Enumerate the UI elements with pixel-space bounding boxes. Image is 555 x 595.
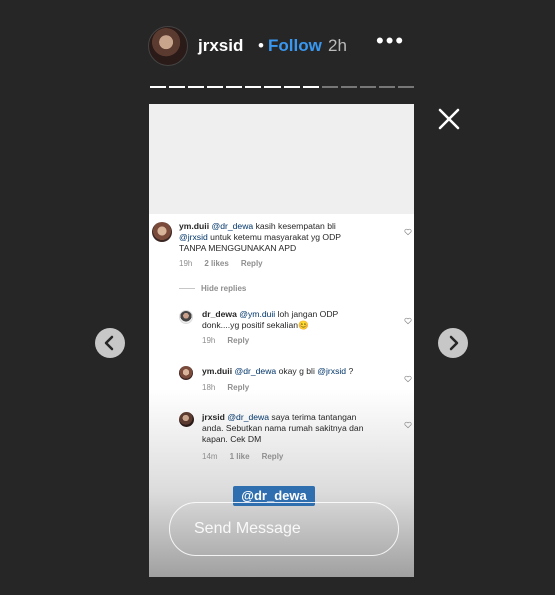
progress-segment <box>226 86 243 88</box>
next-story-button[interactable] <box>438 328 468 358</box>
hide-replies-button[interactable]: Hide replies <box>179 284 246 293</box>
comment-mention[interactable]: @jrxsid <box>179 232 208 242</box>
progress-segment <box>283 86 300 88</box>
progress-segment <box>207 86 224 88</box>
progress-segment <box>150 86 167 88</box>
progress-segment <box>188 86 205 88</box>
divider <box>179 288 195 289</box>
heart-icon[interactable] <box>404 421 412 429</box>
send-message-input[interactable]: Send Message <box>169 502 399 556</box>
comment-body: ? <box>346 366 354 376</box>
comment-body: okay g bli <box>276 366 318 376</box>
story-header: jrxsid • Follow 2h ••• <box>148 26 418 68</box>
comment-mention[interactable]: @dr_dewa <box>211 221 253 231</box>
comment-avatar <box>179 366 193 380</box>
progress-segment <box>302 86 319 88</box>
hide-replies-label: Hide replies <box>201 284 247 293</box>
separator-dot: • <box>258 36 264 55</box>
progress-segment <box>398 86 415 88</box>
progress-segment <box>321 86 338 88</box>
comment-text: jrxsid @dr_dewa saya terima tantangan an… <box>202 412 402 445</box>
comment-avatar <box>179 412 194 427</box>
progress-segment <box>264 86 281 88</box>
previous-story-button[interactable] <box>95 328 125 358</box>
progress-segment <box>340 86 357 88</box>
comment-text: dr_dewa @ym.duii loh jangan ODP donk....… <box>202 309 402 331</box>
comment-body: anda. Sebutkan nama rumah sakitnya dan <box>202 423 364 433</box>
username[interactable]: jrxsid <box>198 36 243 56</box>
comment-avatar <box>179 310 193 324</box>
comment-username[interactable]: jrxsid <box>202 412 225 422</box>
heart-icon[interactable] <box>404 375 412 383</box>
progress-segment <box>359 86 376 88</box>
chevron-left-icon <box>104 335 114 351</box>
comment-username[interactable]: ym.duii <box>179 221 209 231</box>
comment-body: kapan. Cek DM <box>202 434 262 444</box>
comment-body: donk....yg positif sekalian <box>202 320 299 330</box>
comment-mention[interactable]: @jrxsid <box>317 366 346 376</box>
comment-username[interactable]: dr_dewa <box>202 309 237 319</box>
reply-button[interactable]: Reply <box>227 336 249 345</box>
comment-body: TANPA MENGGUNAKAN APD <box>179 243 297 253</box>
comment-text: ym.duii @dr_dewa okay g bli @jrxsid ? <box>202 366 402 377</box>
progress-segment <box>378 86 396 88</box>
close-icon[interactable] <box>434 104 464 134</box>
progress-segment <box>169 86 186 88</box>
comment-text: ym.duii @dr_dewa kasih kesempatan bli @j… <box>179 221 399 254</box>
heart-icon[interactable] <box>404 317 412 325</box>
comment-time: 19h <box>202 336 216 345</box>
comment-avatar <box>152 222 172 242</box>
reply-button[interactable]: Reply <box>241 259 263 268</box>
comment-time: 19h <box>179 259 193 268</box>
comment-meta: 14m 1 like Reply <box>202 452 283 461</box>
comment-username[interactable]: ym.duii <box>202 366 232 376</box>
comment-mention[interactable]: @dr_dewa <box>234 366 276 376</box>
story-background-block <box>149 104 414 214</box>
comment-meta: 19h 2 likes Reply <box>179 259 263 268</box>
comment-mention[interactable]: @dr_dewa <box>227 412 269 422</box>
comment-body: loh jangan ODP <box>275 309 339 319</box>
smile-emoji: 😊 <box>298 320 309 330</box>
avatar[interactable] <box>148 26 188 66</box>
comment-time: 14m <box>202 452 218 461</box>
comment-likes[interactable]: 2 likes <box>204 259 228 268</box>
story-media[interactable]: ym.duii @dr_dewa kasih kesempatan bli @j… <box>149 104 414 577</box>
post-time: 2h <box>328 36 347 55</box>
chevron-right-icon <box>449 335 459 351</box>
comment-body: untuk ketemu masyarakat yg ODP <box>207 232 342 242</box>
follow-button[interactable]: Follow <box>268 36 322 56</box>
story-progress <box>150 86 415 88</box>
heart-icon[interactable] <box>404 228 412 236</box>
more-options-icon[interactable]: ••• <box>376 28 405 54</box>
reply-button[interactable]: Reply <box>262 452 284 461</box>
comment-body: kasih kesempatan bli <box>253 221 336 231</box>
comment-likes[interactable]: 1 like <box>230 452 250 461</box>
comment-mention[interactable]: @ym.duii <box>239 309 275 319</box>
comment-body: saya terima tantangan <box>269 412 357 422</box>
comment-meta: 19h Reply <box>202 336 249 345</box>
progress-segment <box>245 86 262 88</box>
